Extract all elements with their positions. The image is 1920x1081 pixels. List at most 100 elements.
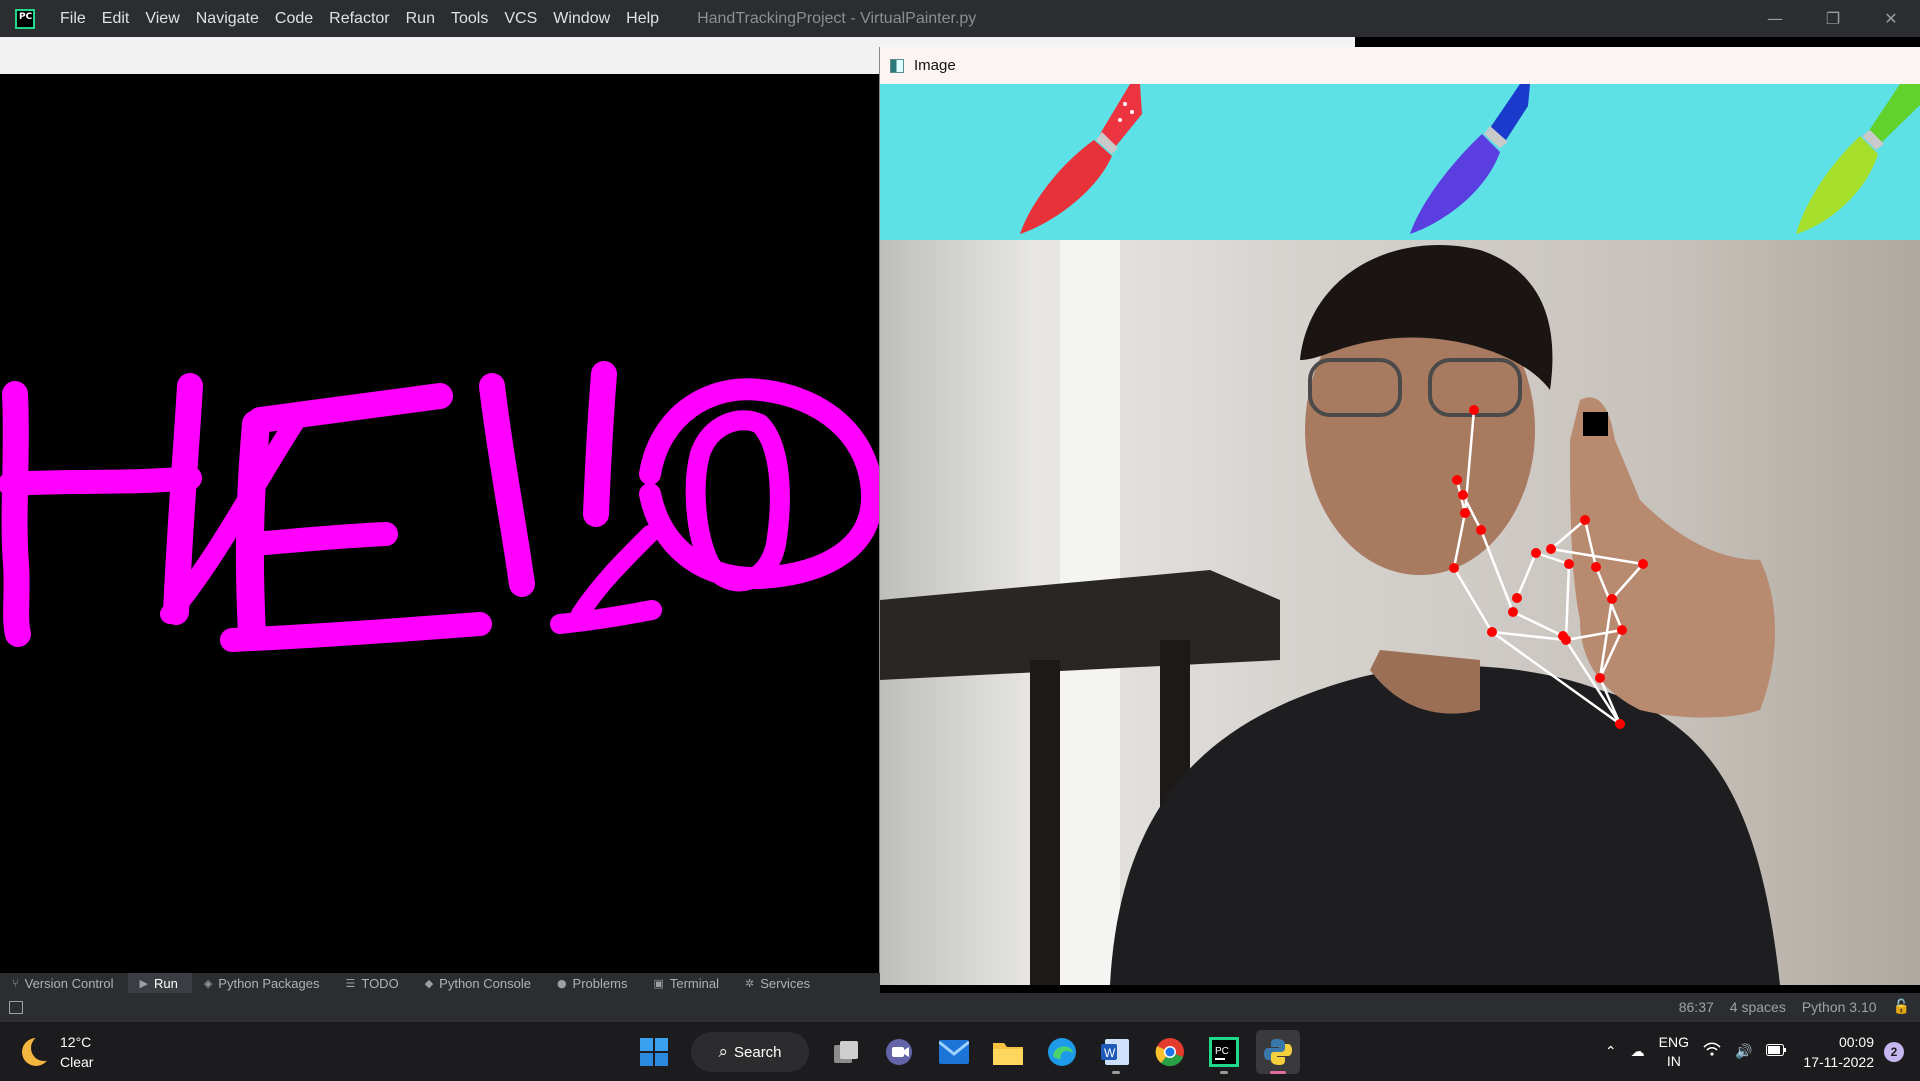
chrome-icon[interactable] xyxy=(1148,1030,1192,1074)
red-brush-icon[interactable] xyxy=(1020,84,1142,234)
file-explorer-icon[interactable] xyxy=(986,1030,1030,1074)
menu-refactor[interactable]: Refactor xyxy=(321,10,397,28)
paint-canvas[interactable] xyxy=(0,74,880,974)
teams-chat-icon[interactable] xyxy=(878,1030,922,1074)
notification-badge[interactable]: 2 xyxy=(1884,1042,1904,1062)
stroke-e-spine xyxy=(235,410,270,648)
menu-view[interactable]: View xyxy=(137,10,187,28)
tab-python-packages[interactable]: ◈ Python Packages xyxy=(192,973,334,993)
menu-tools[interactable]: Tools xyxy=(443,10,496,28)
language-indicator[interactable]: ENG IN xyxy=(1659,1033,1689,1071)
status-right: 86:37 4 spaces Python 3.10 🔓 xyxy=(1663,999,1910,1015)
running-indicator xyxy=(1220,1071,1228,1074)
tab-label: TODO xyxy=(361,975,399,991)
hand-landmark xyxy=(1564,559,1574,569)
branch-icon: ⑂ xyxy=(12,976,19,990)
menu-navigate[interactable]: Navigate xyxy=(188,10,267,28)
window-title: HandTrackingProject - VirtualPainter.py xyxy=(697,9,977,27)
language-code: ENG xyxy=(1658,1034,1689,1050)
stroke-l2-vertical xyxy=(583,361,617,527)
image-window-icon xyxy=(890,58,904,73)
hand-landmark xyxy=(1452,475,1462,485)
search-button[interactable]: ⌕ Search xyxy=(691,1032,809,1072)
svg-text:PC: PC xyxy=(1215,1046,1229,1057)
lock-icon[interactable]: 🔓 xyxy=(1893,999,1910,1015)
tab-label: Python Console xyxy=(439,975,531,991)
mail-icon[interactable] xyxy=(932,1030,976,1074)
stroke-e-mid xyxy=(243,522,398,556)
close-icon[interactable]: ✕ xyxy=(1862,0,1920,37)
menu-file[interactable]: File xyxy=(52,10,94,28)
python-interpreter[interactable]: Python 3.10 xyxy=(1802,999,1877,1015)
green-brush-icon[interactable] xyxy=(1796,84,1920,234)
word-icon[interactable]: W xyxy=(1094,1030,1138,1074)
edge-browser-icon[interactable] xyxy=(1040,1030,1084,1074)
menu-edit[interactable]: Edit xyxy=(94,10,138,28)
brush-palette xyxy=(1020,84,1920,234)
volume-icon[interactable]: 🔊 xyxy=(1735,1043,1752,1062)
onedrive-cloud-icon[interactable]: ☁ xyxy=(1631,1043,1645,1062)
tab-todo[interactable]: ☰ TODO xyxy=(333,973,412,993)
stroke-h-left xyxy=(1,381,31,647)
tab-label: Problems xyxy=(572,975,628,991)
hand-landmark xyxy=(1531,548,1541,558)
menu-vcs[interactable]: VCS xyxy=(496,10,545,28)
hand-landmark xyxy=(1487,627,1497,637)
hand-landmark xyxy=(1508,607,1518,617)
tab-run[interactable]: ▶ Run xyxy=(127,973,192,993)
menu-run[interactable]: Run xyxy=(398,10,443,28)
weather-condition: Clear xyxy=(60,1054,94,1070)
layout-toggle-icon[interactable] xyxy=(9,1000,23,1014)
hand-landmark xyxy=(1458,490,1468,500)
tab-terminal[interactable]: ▣ Terminal xyxy=(641,973,733,993)
battery-icon[interactable] xyxy=(1766,1043,1787,1062)
svg-text:W: W xyxy=(1104,1046,1116,1060)
stroke-h-bar xyxy=(0,466,202,496)
hand-landmark xyxy=(1561,635,1571,645)
windows-start-icon[interactable] xyxy=(632,1030,676,1074)
search-icon: ⌕ xyxy=(718,1042,728,1062)
hand-landmark xyxy=(1591,562,1601,572)
blue-brush-icon[interactable] xyxy=(1410,84,1530,234)
menu-window[interactable]: Window xyxy=(545,10,618,28)
console-icon: ◆ xyxy=(424,976,434,990)
tab-problems[interactable]: ● Problems xyxy=(545,973,642,993)
hand-landmark xyxy=(1449,563,1459,573)
minimize-icon[interactable]: — xyxy=(1746,0,1804,37)
menu-help[interactable]: Help xyxy=(618,10,667,28)
tab-python-console[interactable]: ◆ Python Console xyxy=(413,973,545,993)
stroke-o-inner xyxy=(685,410,790,592)
hand-landmark xyxy=(1469,405,1479,415)
stroke-l-vertical xyxy=(479,373,535,597)
hand-landmark xyxy=(1617,625,1627,635)
window-controls: — ❐ ✕ xyxy=(1746,0,1920,37)
weather-widget[interactable]: 12°C Clear xyxy=(22,1032,93,1072)
terminal-icon: ▣ xyxy=(653,976,664,990)
pycharm-icon[interactable]: PC xyxy=(1202,1030,1246,1074)
problems-icon: ● xyxy=(556,976,567,990)
hand-landmark xyxy=(1460,508,1470,518)
cursor-position[interactable]: 86:37 xyxy=(1679,999,1714,1015)
tab-label: Terminal xyxy=(669,975,719,991)
hand-landmark xyxy=(1546,544,1556,554)
menu-code[interactable]: Code xyxy=(267,10,321,28)
image-window[interactable]: Image xyxy=(879,47,1920,985)
run-icon: ▶ xyxy=(139,976,148,990)
python-icon[interactable] xyxy=(1256,1030,1300,1074)
stroke-e-bottom xyxy=(220,612,492,652)
services-icon: ✲ xyxy=(745,976,755,990)
tab-version-control[interactable]: ⑂ Version Control xyxy=(0,973,128,993)
chevron-up-icon[interactable]: ⌃ xyxy=(1605,1043,1617,1062)
tab-label: Services xyxy=(760,975,811,991)
image-window-titlebar[interactable]: Image xyxy=(880,47,1920,85)
indent-setting[interactable]: 4 spaces xyxy=(1730,999,1786,1015)
pycharm-logo-icon[interactable]: PC xyxy=(15,8,35,29)
task-view-icon[interactable] xyxy=(824,1030,868,1074)
taskbar-apps: ⌕ Search W PC xyxy=(627,1030,1305,1074)
wifi-icon[interactable] xyxy=(1703,1042,1721,1062)
moon-icon xyxy=(22,1035,57,1066)
windows-taskbar: 12°C Clear ⌕ Search W PC ⌃ ☁ ENG IN 🔊 00… xyxy=(0,1021,1920,1081)
clock[interactable]: 00:09 17-11-2022 xyxy=(1803,1032,1874,1072)
restore-icon[interactable]: ❐ xyxy=(1804,0,1862,37)
tab-services[interactable]: ✲ Services xyxy=(733,973,824,993)
